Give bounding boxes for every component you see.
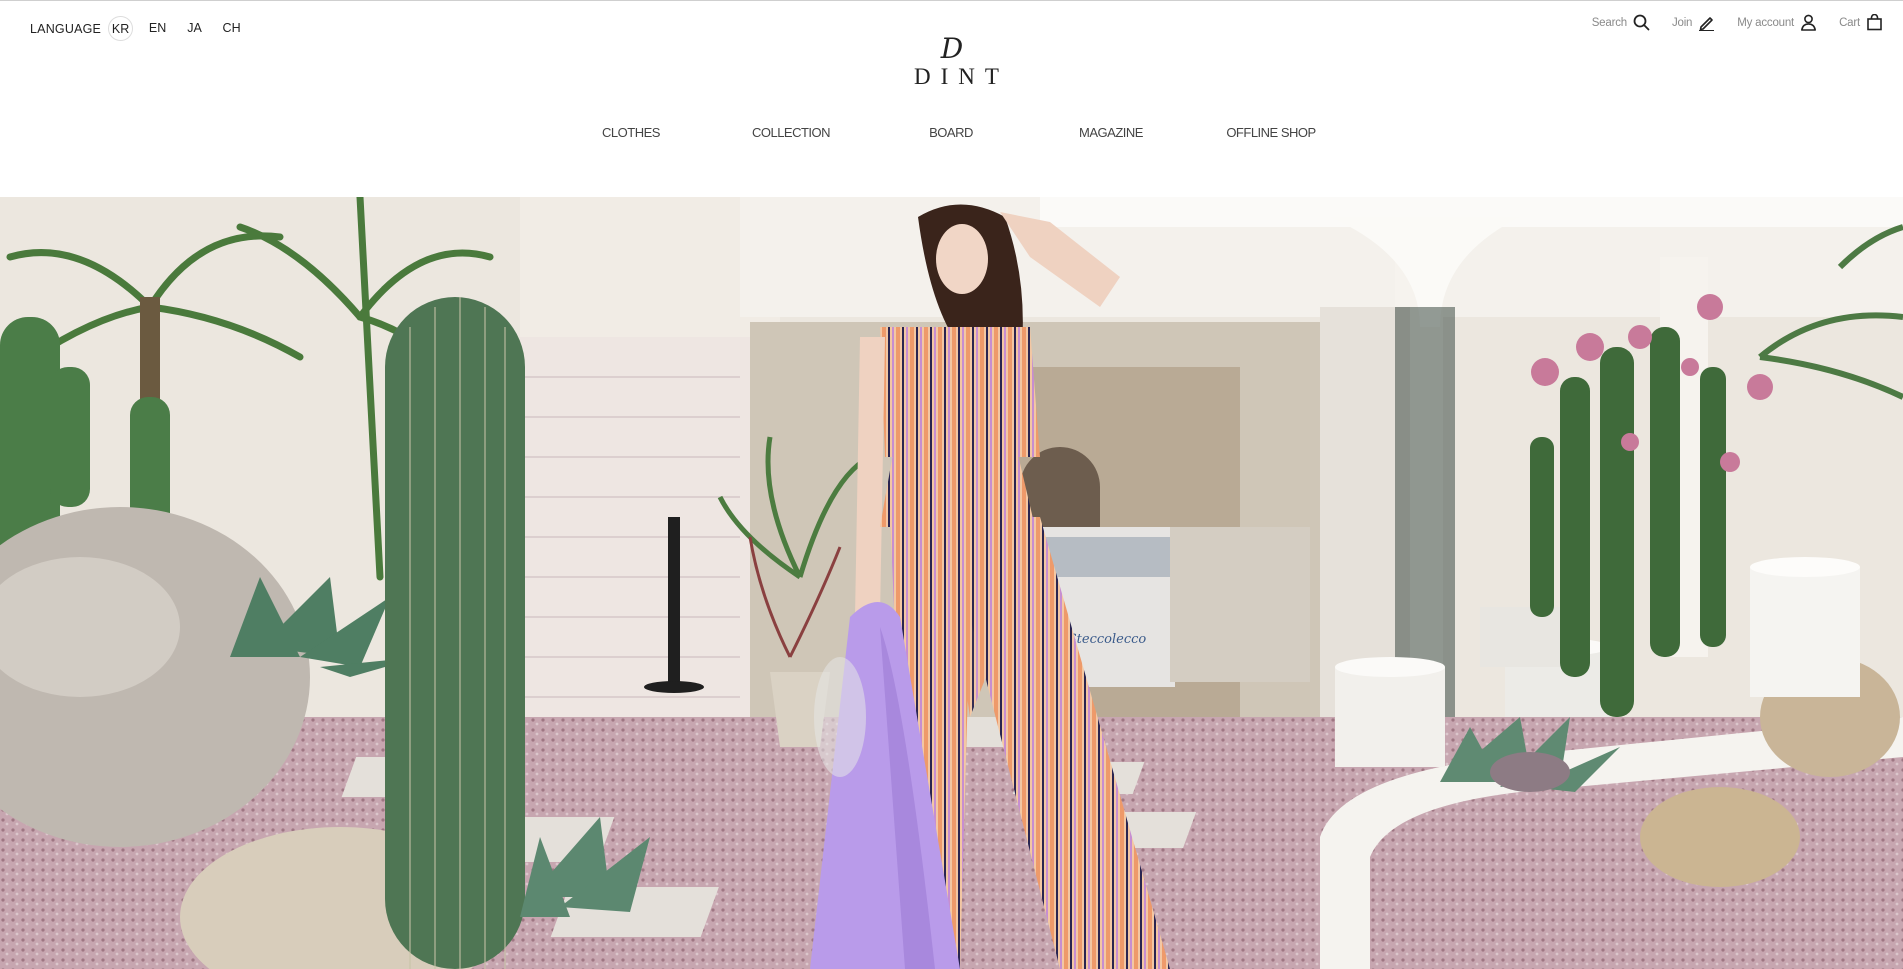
language-option-kr[interactable]: KR (108, 16, 134, 41)
logo-mark: D (940, 32, 964, 65)
search-label: Search (1591, 16, 1627, 29)
my-account-button[interactable]: My account (1737, 14, 1817, 31)
hero-scene: Steccolecco (0, 197, 1903, 969)
join-button[interactable]: Join (1672, 14, 1715, 31)
storefront-sign: Steccolecco (1068, 632, 1147, 647)
language-option-ch[interactable]: CH (219, 16, 244, 41)
language-selector: LANGUAGE KR EN JA CH (30, 16, 256, 41)
logo-wordmark: DINT (914, 64, 1009, 89)
nav-item-magazine[interactable]: MAGAZINE (1079, 125, 1143, 140)
pencil-icon (1698, 14, 1715, 31)
nav-item-clothes[interactable]: CLOTHES (602, 125, 660, 140)
nav-item-board[interactable]: BOARD (929, 125, 973, 140)
search-button[interactable]: Search (1592, 14, 1650, 31)
search-icon (1633, 14, 1650, 31)
shopping-bag-icon (1866, 14, 1883, 31)
main-navigation: CLOTHES COLLECTION BOARD MAGAZINE OFFLIN… (0, 125, 1903, 145)
top-border (0, 0, 1903, 1)
language-label: LANGUAGE (30, 21, 102, 36)
join-label: Join (1671, 16, 1693, 29)
language-option-ja[interactable]: JA (182, 16, 207, 41)
utility-menu: Search Join My account Cart (1570, 14, 1883, 31)
account-label: My account (1737, 16, 1795, 29)
nav-item-collection[interactable]: COLLECTION (752, 125, 831, 140)
language-option-en[interactable]: EN (145, 16, 170, 41)
user-icon (1800, 14, 1817, 31)
site-logo[interactable]: D DINT (906, 32, 1009, 90)
nav-item-offline-shop[interactable]: OFFLINE SHOP (1226, 125, 1316, 140)
hero-banner-image[interactable]: Steccolecco (0, 197, 1903, 969)
cart-label: Cart (1839, 16, 1860, 29)
cart-button[interactable]: Cart (1839, 14, 1883, 31)
